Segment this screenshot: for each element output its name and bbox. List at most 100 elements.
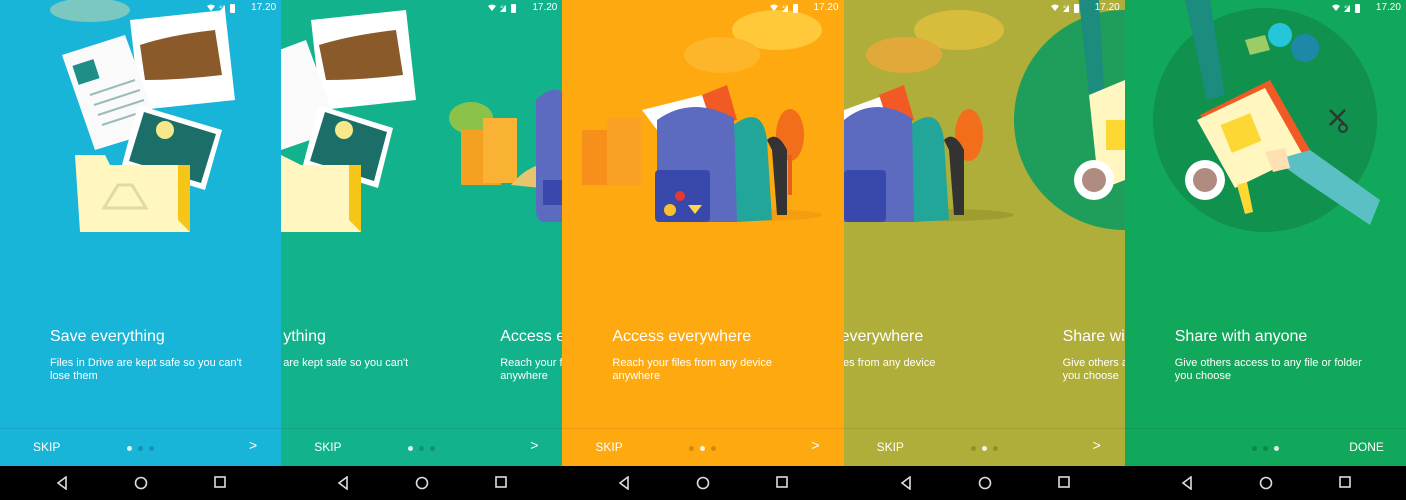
- battery-icon: [1354, 4, 1360, 13]
- status-icons: 4G: [1050, 4, 1079, 13]
- footer-divider: [0, 428, 282, 429]
- footer-divider: [1124, 428, 1406, 429]
- description-line: Reach your fil: [500, 357, 563, 369]
- onboarding-footer: DONE: [1124, 428, 1406, 466]
- panel-screen: 4G 17.20 ything are kept safe so you can…: [281, 0, 563, 466]
- recents-icon[interactable]: [1057, 476, 1070, 488]
- recents-icon[interactable]: [1338, 476, 1351, 488]
- android-nav-bar: [0, 466, 282, 500]
- recents-icon[interactable]: [214, 476, 226, 488]
- page-dot-1: [408, 446, 414, 451]
- back-icon[interactable]: [618, 476, 630, 490]
- home-icon[interactable]: [1259, 476, 1273, 490]
- page-dot-1: [127, 446, 133, 451]
- page-dot-1: [689, 446, 695, 451]
- panel-description-outgoing: are kept safe so you can't: [283, 357, 409, 369]
- recents-icon[interactable]: [495, 476, 507, 488]
- panel-description-incoming: Reach your fil anywhere: [500, 357, 562, 383]
- panel-text: ything are kept safe so you can't Access…: [281, 0, 562, 430]
- home-icon[interactable]: [134, 476, 148, 490]
- description-line: anywhere: [500, 370, 548, 382]
- wifi-icon: [488, 4, 497, 11]
- description-line: you choose: [1062, 370, 1119, 382]
- page-indicator: [844, 446, 1125, 452]
- next-arrow-button[interactable]: >: [811, 437, 819, 453]
- description-line: Give others a: [1062, 357, 1125, 369]
- page-dot-3: [430, 446, 436, 451]
- status-bar: 4G 17.20: [844, 0, 1125, 16]
- onboarding-panel-transition-1: 4G 17.20 ything are kept safe so you can…: [281, 0, 563, 500]
- back-icon[interactable]: [900, 476, 912, 490]
- panel-screen: 4G 17.20: [0, 0, 282, 466]
- battery-icon: [1073, 4, 1079, 13]
- page-dot-3: [711, 446, 717, 451]
- network-label: 4G: [500, 4, 505, 9]
- onboarding-footer: SKIP >: [562, 428, 844, 466]
- page-dot-2: [138, 446, 144, 451]
- android-nav-bar: [562, 466, 844, 500]
- status-time: 17.20: [1094, 2, 1120, 13]
- done-button[interactable]: DONE: [1349, 440, 1384, 454]
- panel-description: Files in Drive are kept safe so you can'…: [50, 357, 242, 382]
- panel-description-outgoing: les from any device: [843, 357, 936, 369]
- back-icon[interactable]: [337, 476, 349, 490]
- status-bar: 4G 17.20: [281, 0, 562, 16]
- panel-screen: 4G 17.20: [1124, 0, 1406, 466]
- panel-description: Give others access to any file or folder…: [1174, 357, 1362, 382]
- panel-text: Save everything Files in Drive are kept …: [0, 0, 281, 430]
- panel-text: everywhere les from any device Share wi …: [844, 0, 1125, 430]
- page-indicator: [562, 446, 843, 452]
- home-icon[interactable]: [415, 476, 429, 490]
- onboarding-panel-access-everywhere: 4G 17.20 Access everywhere Reach your fi…: [562, 0, 844, 500]
- status-time: 17.20: [1375, 2, 1401, 13]
- status-bar: 4G 17.20: [1125, 0, 1406, 16]
- page-dot-3: [992, 446, 998, 451]
- onboarding-screens-strip: 4G 17.20 Save everything Files in Drive …: [0, 0, 1406, 500]
- page-dot-2: [700, 446, 706, 451]
- status-bar: 4G 17.20: [0, 0, 281, 16]
- page-dot-1: [970, 446, 976, 451]
- onboarding-footer: SKIP >: [843, 428, 1125, 466]
- recents-icon[interactable]: [776, 476, 789, 488]
- next-arrow-button[interactable]: >: [530, 437, 538, 453]
- status-time: 17.20: [813, 2, 839, 13]
- onboarding-panel-share-with-anyone: 4G 17.20 Share with anyone Give others a…: [1124, 0, 1406, 500]
- page-dot-3: [1273, 446, 1279, 451]
- battery-icon: [230, 4, 236, 13]
- onboarding-footer: SKIP >: [281, 428, 563, 466]
- page-indicator: [281, 446, 562, 452]
- android-nav-bar: [843, 466, 1125, 500]
- network-label: 4G: [1063, 4, 1068, 9]
- status-time: 17.20: [251, 2, 277, 13]
- next-arrow-button[interactable]: >: [1093, 437, 1101, 453]
- onboarding-panel-save-everything: 4G 17.20 Save everything Files in Drive …: [0, 0, 282, 500]
- panel-title: Share with anyone: [1174, 328, 1308, 345]
- status-icons: 4G: [488, 4, 517, 13]
- android-nav-bar: [1124, 466, 1406, 500]
- page-dot-2: [981, 446, 987, 451]
- back-icon[interactable]: [56, 476, 68, 490]
- panel-title: Access everywhere: [612, 328, 752, 345]
- status-time: 17.20: [532, 2, 558, 13]
- panel-text: Access everywhere Reach your files from …: [562, 0, 843, 430]
- panel-screen: 4G 17.20: [562, 0, 844, 466]
- status-icons: 4G: [1331, 4, 1360, 13]
- page-dot-2: [1262, 446, 1268, 451]
- page-indicator: [0, 446, 281, 452]
- panel-description-incoming: Give others a you choose: [1063, 357, 1125, 383]
- footer-divider: [281, 428, 563, 429]
- wifi-icon: [1050, 4, 1059, 11]
- panel-title-outgoing: everywhere: [843, 328, 924, 345]
- panel-title-outgoing: ything: [283, 328, 326, 345]
- wifi-icon: [207, 4, 216, 11]
- wifi-icon: [769, 4, 778, 11]
- status-icons: 4G: [207, 4, 236, 13]
- panel-title: Save everything: [50, 328, 165, 345]
- home-icon[interactable]: [978, 476, 992, 490]
- panel-title-incoming: Access e: [500, 328, 563, 345]
- home-icon[interactable]: [696, 476, 710, 490]
- back-icon[interactable]: [1181, 476, 1193, 490]
- footer-divider: [562, 428, 844, 429]
- next-arrow-button[interactable]: >: [249, 437, 257, 453]
- panel-text: Share with anyone Give others access to …: [1125, 0, 1406, 430]
